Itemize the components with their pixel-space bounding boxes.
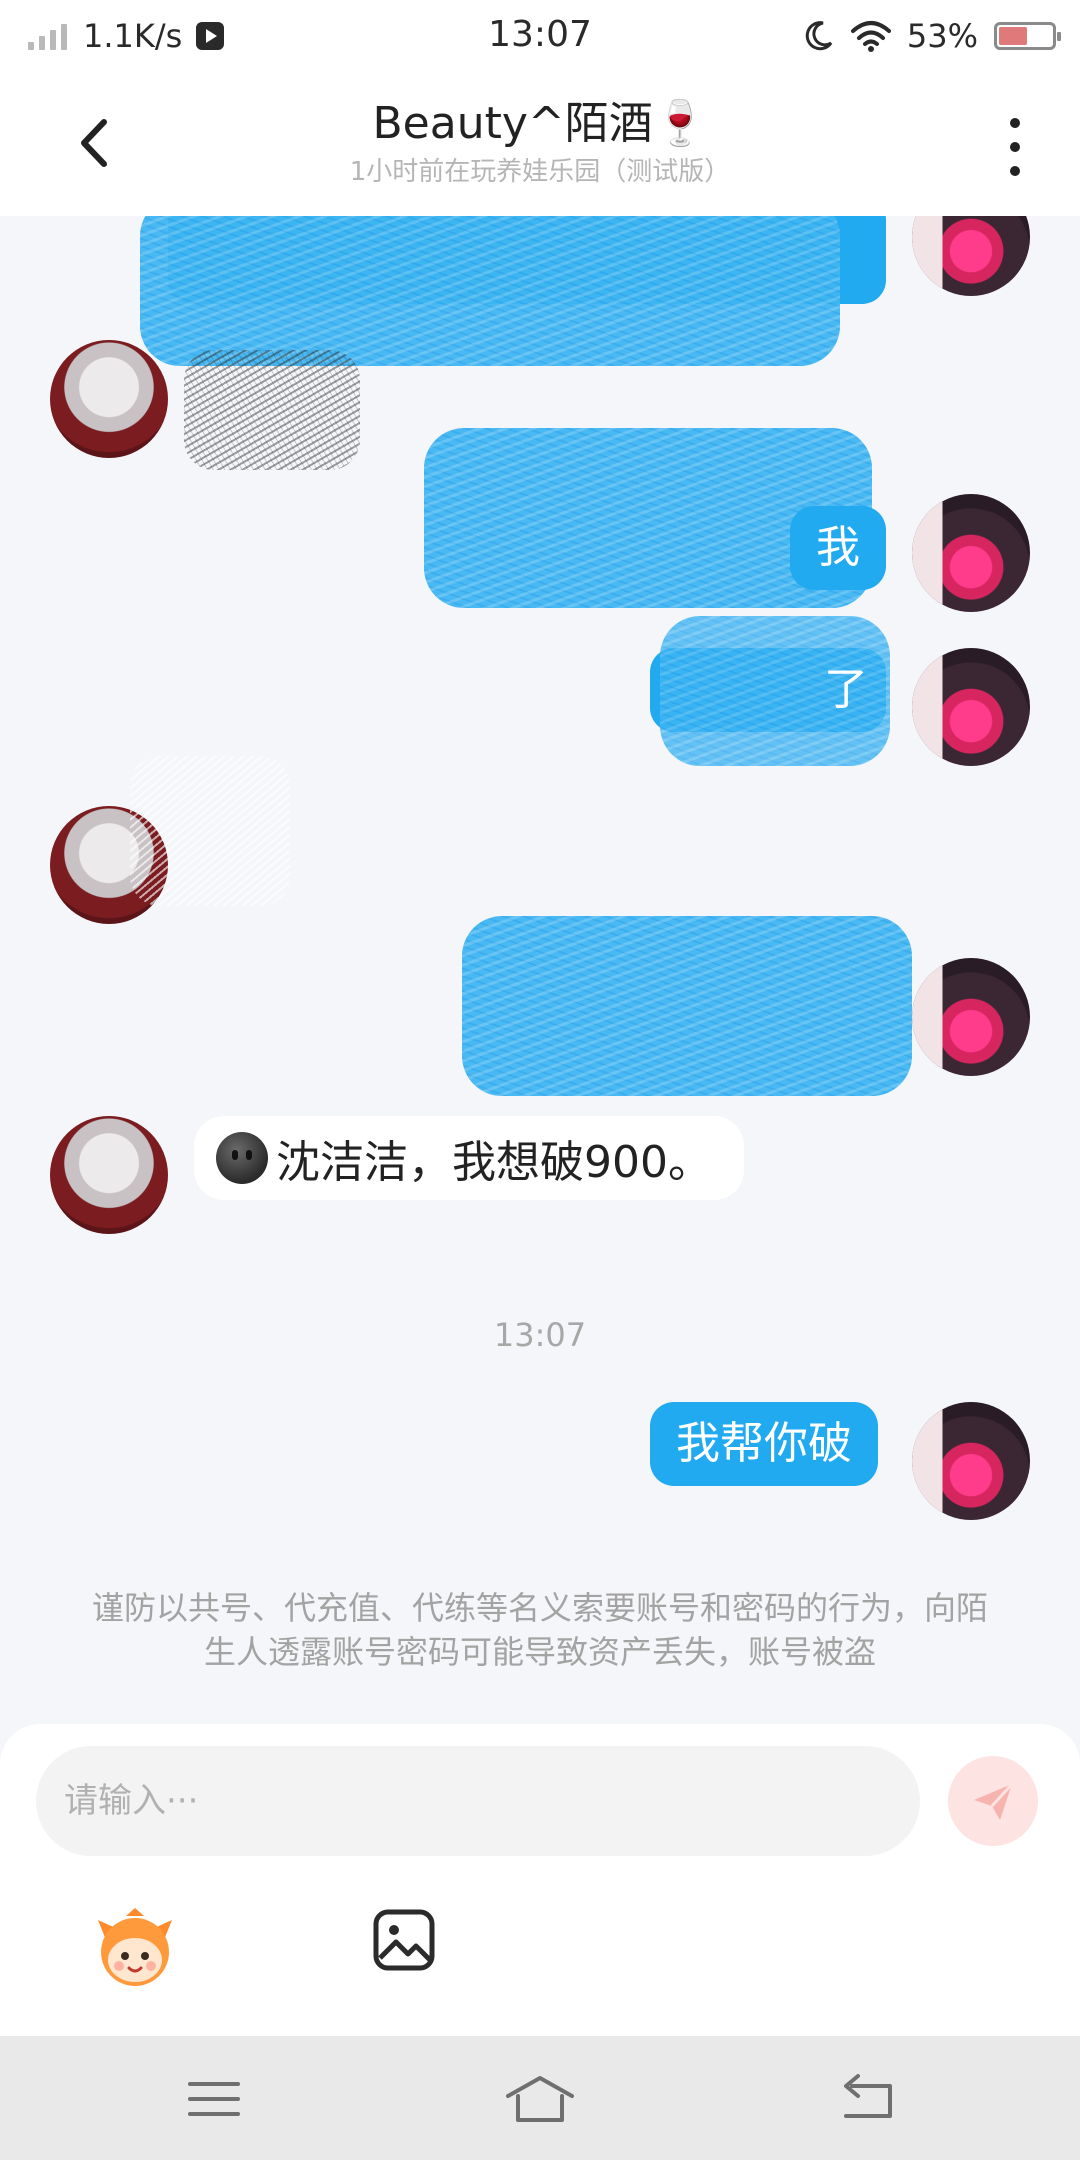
contact-status: 1小时前在玩养娃乐园（测试版） bbox=[349, 157, 731, 187]
wifi-icon bbox=[850, 21, 891, 52]
battery-percent: 53% bbox=[906, 17, 978, 55]
avatar-contact[interactable] bbox=[50, 1116, 168, 1234]
message-text: 沈洁洁，我想破900。 bbox=[276, 1137, 712, 1188]
back-icon[interactable] bbox=[838, 2072, 898, 2126]
battery-icon bbox=[994, 22, 1061, 50]
menu-icon[interactable] bbox=[184, 2072, 244, 2126]
system-nav-bar bbox=[0, 2036, 1080, 2160]
home-icon[interactable] bbox=[504, 2072, 576, 2126]
back-arrow-icon[interactable] bbox=[60, 108, 130, 178]
avatar-self[interactable] bbox=[912, 1402, 1030, 1520]
send-button[interactable] bbox=[948, 1756, 1038, 1846]
security-notice: 谨防以共号、代充值、代练等名义索要账号和密码的行为，向陌生人透露账号密码可能导致… bbox=[91, 1589, 988, 1671]
dark-smiley-icon bbox=[216, 1132, 268, 1184]
message-bubble-right[interactable]: 我 bbox=[790, 506, 886, 590]
emoji-sticker-icon[interactable] bbox=[92, 1906, 178, 1992]
redaction-scribble bbox=[130, 756, 290, 906]
message-bubble-right-text: 了 bbox=[824, 664, 868, 715]
message-list[interactable]: 我 了 沈洁洁，我想破900。 13:07 我帮你破 谨防以共号、代充值、代练等… bbox=[0, 216, 1080, 1726]
chat-header: Beauty^陌酒🍷 1小时前在玩养娃乐园（测试版） bbox=[0, 72, 1080, 216]
moon-icon bbox=[805, 21, 833, 51]
redaction-scribble bbox=[140, 216, 840, 366]
avatar-contact[interactable] bbox=[50, 340, 168, 458]
avatar-self[interactable] bbox=[912, 494, 1030, 612]
redaction-scribble bbox=[462, 916, 912, 1096]
status-right: 53% bbox=[801, 14, 1061, 58]
redaction-scribble bbox=[184, 350, 360, 470]
header-title-group: Beauty^陌酒🍷 1小时前在玩养娃乐园（测试版） bbox=[220, 96, 860, 190]
avatar-self[interactable] bbox=[912, 648, 1030, 766]
message-composer bbox=[0, 1724, 1080, 2036]
contact-name: Beauty^陌酒🍷 bbox=[372, 98, 708, 149]
battery-level bbox=[999, 27, 1027, 45]
avatar-self[interactable] bbox=[912, 958, 1030, 1076]
message-bubble-right[interactable]: 我帮你破 bbox=[650, 1402, 878, 1486]
message-input[interactable] bbox=[36, 1746, 920, 1856]
send-icon bbox=[974, 1782, 1014, 1820]
message-timestamp: 13:07 bbox=[493, 1316, 587, 1354]
image-icon[interactable] bbox=[372, 1908, 436, 1972]
message-bubble-left[interactable]: 沈洁洁，我想破900。 bbox=[194, 1116, 744, 1200]
more-vertical-icon[interactable] bbox=[990, 112, 1040, 182]
avatar-self[interactable] bbox=[912, 216, 1030, 296]
status-bar: 1.1K/s 13:07 53% bbox=[0, 0, 1080, 72]
